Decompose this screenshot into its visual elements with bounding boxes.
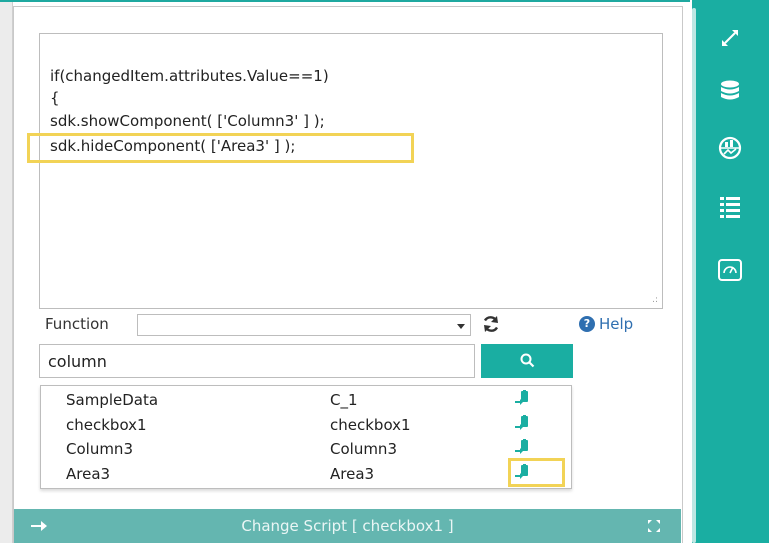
list-item[interactable]: checkbox1 checkbox1 <box>41 413 571 435</box>
code-line: { <box>50 89 60 107</box>
result-name: checkbox1 <box>66 416 147 434</box>
insert-icon[interactable] <box>515 415 529 431</box>
bottom-bar: Change Script [ checkbox1 ] <box>14 509 681 543</box>
help-link[interactable]: ? Help <box>579 315 633 333</box>
code-editor[interactable]: if(changedItem.attributes.Value==1) { sd… <box>27 33 663 309</box>
list-item[interactable]: Column3 Column3 <box>41 437 571 459</box>
right-toolbar <box>692 0 769 543</box>
result-id: Column3 <box>330 440 397 458</box>
result-id: C_1 <box>330 391 358 409</box>
help-label: Help <box>599 315 634 333</box>
result-name: Area3 <box>66 465 111 483</box>
insert-icon[interactable] <box>515 439 529 455</box>
insert-icon[interactable] <box>515 390 529 406</box>
function-select[interactable] <box>137 314 471 336</box>
result-id: checkbox1 <box>330 416 411 434</box>
code-line: sdk.showComponent( ['Column3' ] ); <box>50 112 325 130</box>
result-name: SampleData <box>66 391 159 409</box>
list-icon[interactable] <box>716 192 744 220</box>
scrollbar[interactable] <box>692 8 696 543</box>
result-id: Area3 <box>330 465 375 483</box>
help-icon: ? <box>579 316 595 332</box>
result-name: Column3 <box>66 440 133 458</box>
list-item[interactable]: SampleData C_1 <box>41 388 571 410</box>
list-item[interactable]: Area3 Area3 <box>41 462 571 484</box>
database-icon[interactable] <box>716 78 744 106</box>
panel-title: Change Script [ checkbox1 ] <box>241 517 454 535</box>
results-list: SampleData C_1 checkbox1 checkbox1 Colum… <box>40 385 572 489</box>
code-line: if(changedItem.attributes.Value==1) <box>50 67 329 85</box>
gauge-icon[interactable] <box>716 256 744 284</box>
globe-chart-icon[interactable] <box>716 134 744 162</box>
search-button[interactable] <box>481 344 573 378</box>
highlight-box <box>27 133 414 163</box>
top-accent-line <box>0 0 690 2</box>
fullscreen-icon[interactable] <box>647 519 661 533</box>
expand-icon[interactable] <box>716 24 744 52</box>
chevron-down-icon <box>457 324 465 329</box>
refresh-icon[interactable] <box>480 313 502 335</box>
highlight-box <box>508 458 565 487</box>
search-input[interactable] <box>39 344 475 378</box>
function-label: Function <box>45 315 109 333</box>
search-icon <box>520 353 535 368</box>
left-gutter <box>0 0 13 543</box>
resize-grip-icon[interactable]: .: <box>652 295 658 305</box>
